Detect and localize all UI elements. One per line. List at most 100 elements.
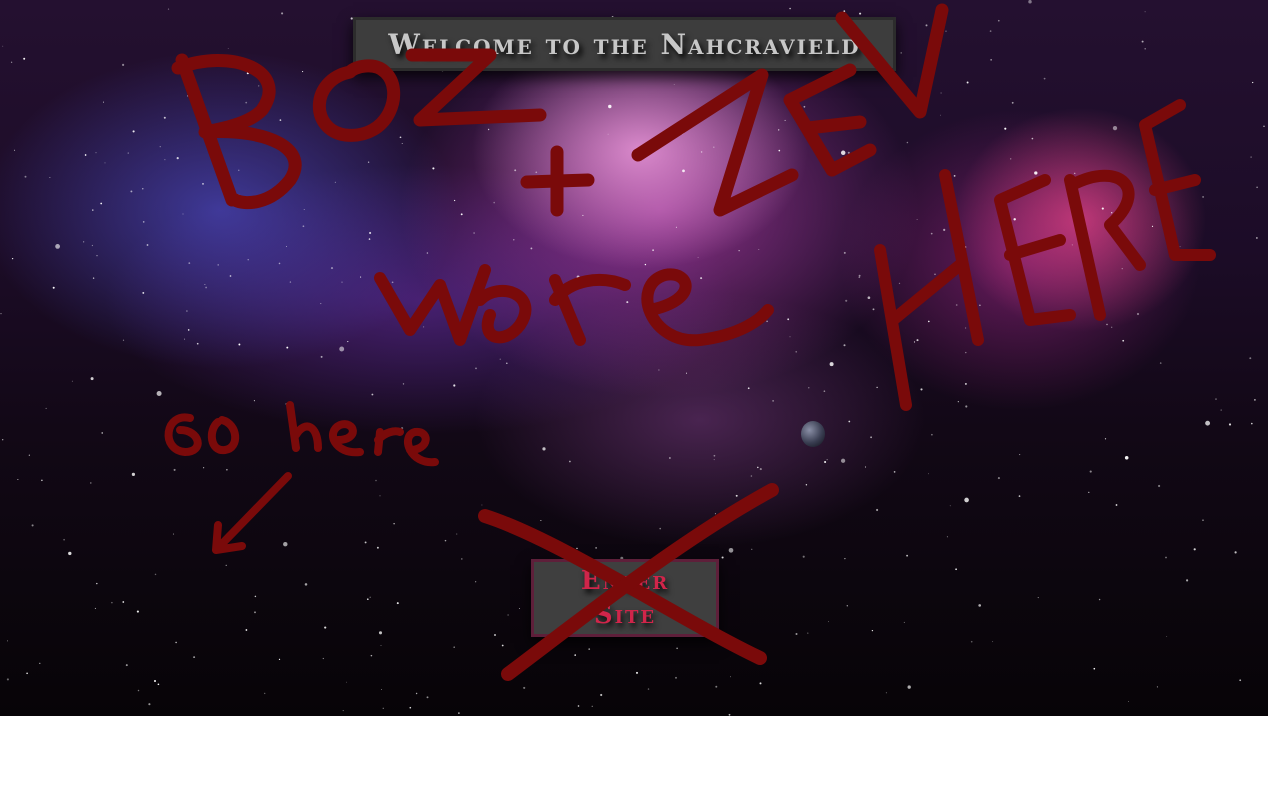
star [876,508,879,512]
star [943,228,946,231]
star [1156,686,1158,688]
star [1205,420,1211,426]
star [95,152,97,154]
star [324,626,327,629]
star [334,181,336,183]
star [828,170,834,175]
star [1144,11,1146,13]
star [1019,454,1021,456]
star [104,162,106,164]
star [595,547,597,549]
star [218,127,220,129]
star [965,327,967,329]
star [455,325,457,327]
star [91,244,94,247]
star [713,146,715,148]
star [229,275,232,277]
star [320,355,323,358]
star [1234,551,1237,554]
star [49,176,51,178]
enter-site-button[interactable]: Enter Site [531,559,719,637]
star [175,641,177,644]
star [808,387,810,389]
star [127,152,129,154]
star [245,101,248,104]
star [772,400,774,402]
star [913,341,916,343]
star [732,329,734,330]
star [569,460,571,463]
star [247,259,249,261]
planet-image [801,421,825,447]
star [122,339,125,341]
star [188,262,191,264]
star [659,527,661,530]
star [217,264,219,266]
star [931,433,933,436]
star [966,81,969,84]
star [876,386,878,389]
star [787,318,790,321]
star [136,610,139,613]
star [1011,101,1014,104]
star [843,251,846,254]
star [347,341,349,343]
star [369,231,372,235]
star [965,405,968,408]
star [367,161,370,163]
star [279,119,282,121]
star [413,320,416,322]
star [1018,495,1021,497]
star [1122,339,1125,342]
star [673,275,675,277]
star [131,472,136,477]
star [1158,484,1161,488]
star [964,246,967,248]
star [665,335,668,338]
star [453,384,456,387]
star [142,188,144,190]
star [92,209,94,211]
star [576,275,580,279]
star [804,89,807,91]
star [17,479,19,480]
star [840,458,846,463]
star [423,326,425,328]
star [979,304,981,307]
star [925,24,928,27]
star [946,536,948,538]
star [28,454,30,456]
star [737,203,739,205]
star [396,602,399,605]
star [700,151,703,153]
star [154,573,157,576]
star [513,239,515,241]
star [844,558,846,560]
star [530,247,533,250]
star [728,713,731,716]
star [26,672,28,675]
star [858,276,861,279]
star [163,116,166,119]
star [523,686,526,689]
star [750,475,753,477]
star [955,568,957,571]
star [253,400,255,402]
star [153,679,157,683]
star [1043,77,1046,80]
star [494,634,496,636]
star [591,705,593,707]
star [346,681,347,683]
star [747,387,750,390]
star [182,213,184,215]
star [409,706,412,709]
star [379,495,381,497]
star [828,621,829,623]
star [122,63,125,66]
star [264,692,266,695]
star [1251,422,1253,425]
star [1254,399,1256,401]
star [285,245,288,248]
star [920,388,923,391]
star [757,466,759,469]
